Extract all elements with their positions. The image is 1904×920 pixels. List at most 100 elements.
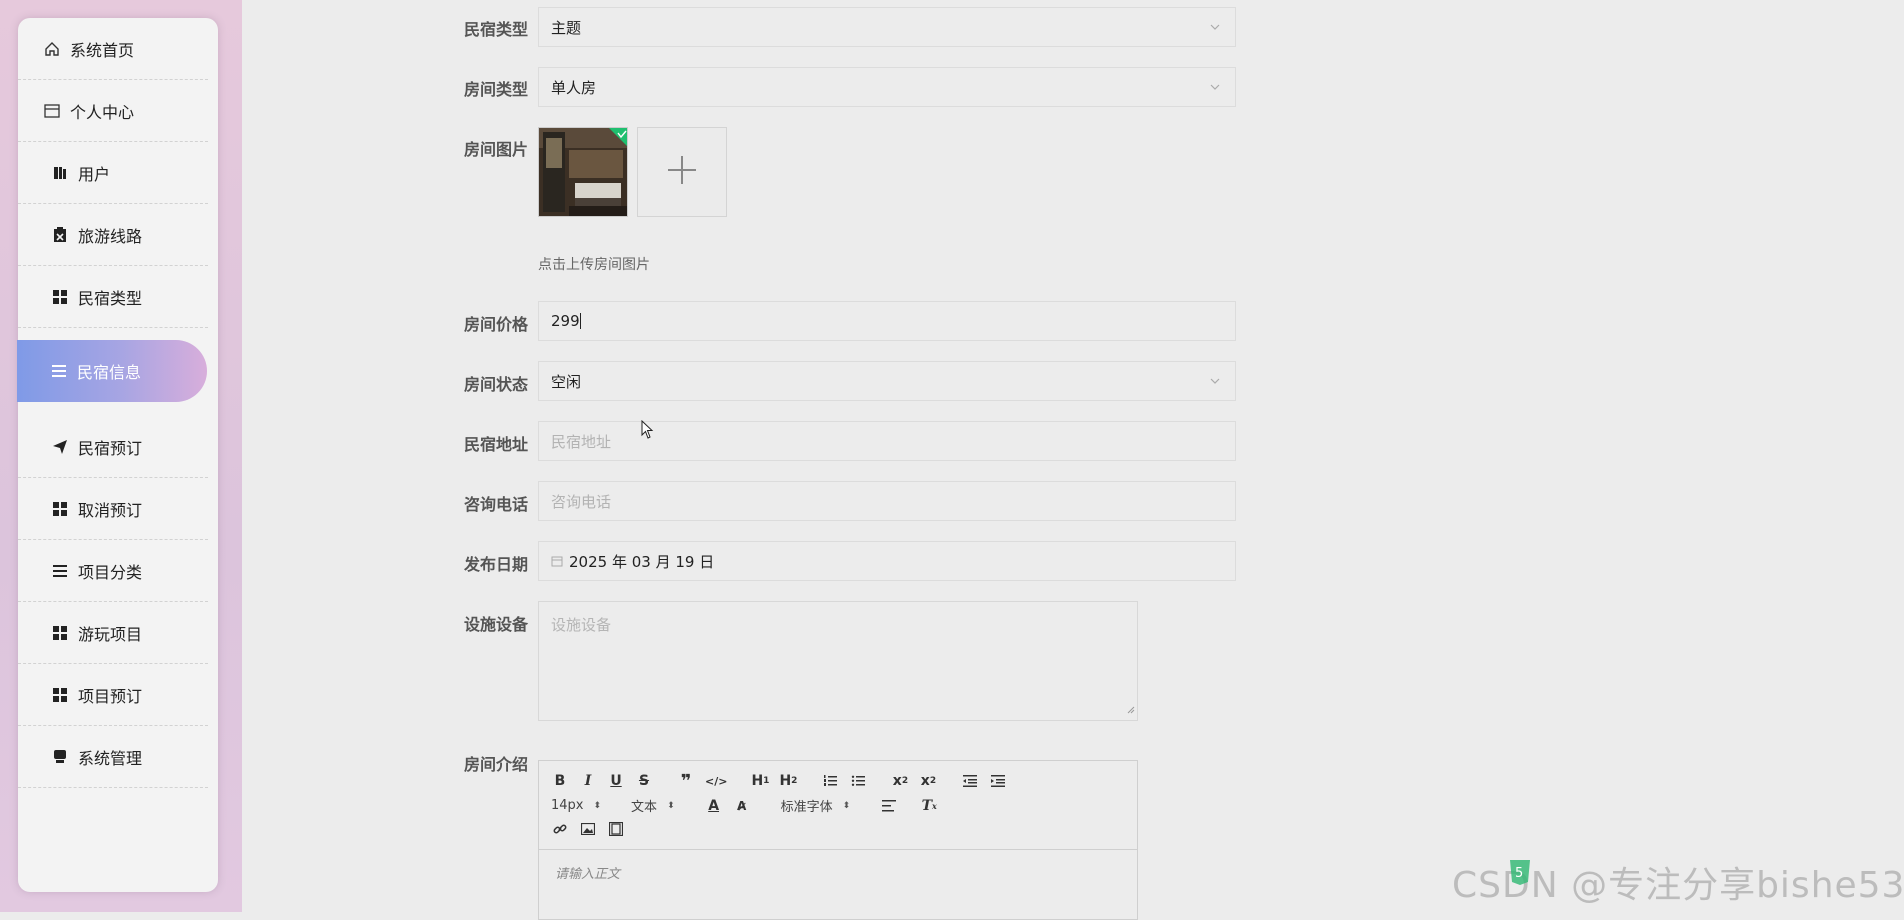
phone-label: 咨询电话 <box>463 495 528 514</box>
sidebar-item-label: 项目分类 <box>78 562 143 582</box>
sidebar-item-project-categories[interactable]: 项目分类 <box>18 540 208 602</box>
room-status-value: 空闲 <box>551 372 582 391</box>
sidebar-item-travel-routes[interactable]: 旅游线路 <box>18 204 208 266</box>
chevron-down-icon <box>1209 79 1221 97</box>
sidebar-item-label: 旅游线路 <box>78 226 143 246</box>
image-icon[interactable] <box>579 820 597 838</box>
rich-text-editor[interactable]: B I U S ❞ </> H1 H2 x2 x2 14px ⬍ 文本 ⬍ A <box>538 760 1138 920</box>
indent-icon[interactable] <box>989 772 1007 790</box>
plus-icon <box>666 154 698 190</box>
homestay-type-label: 民宿类型 <box>463 20 528 39</box>
ordered-list-icon[interactable] <box>821 772 839 790</box>
facilities-textarea[interactable]: 设施设备 <box>538 601 1138 721</box>
editor-body-placeholder[interactable]: 请输入正文 <box>555 863 620 882</box>
sidebar-item-label: 个人中心 <box>70 102 135 122</box>
block-type-value: 文本 <box>631 800 658 815</box>
sidebar-item-users[interactable]: 用户 <box>18 142 208 204</box>
block-type-select[interactable]: 文本 ⬍ <box>631 796 675 815</box>
mouse-cursor-icon <box>641 419 655 444</box>
sidebar-item-label: 民宿预订 <box>78 438 143 458</box>
list-icon <box>50 563 70 579</box>
clipboard-x-icon <box>50 226 70 243</box>
sidebar-item-label: 系统管理 <box>78 748 143 768</box>
sidebar-item-homestay-types[interactable]: 民宿类型 <box>18 266 208 328</box>
sidebar-item-cancel-booking[interactable]: 取消预订 <box>18 478 208 540</box>
link-icon[interactable] <box>551 820 569 838</box>
sidebar-item-system-management[interactable]: 系统管理 <box>18 726 208 788</box>
editor-toolbar-row-3 <box>551 820 635 838</box>
room-price-label: 房间价格 <box>463 315 528 334</box>
sidebar-item-home[interactable]: 系统首页 <box>18 18 208 80</box>
address-label: 民宿地址 <box>463 435 528 454</box>
homestay-type-select[interactable]: 主题 <box>538 7 1236 47</box>
room-price-input[interactable]: 299 <box>538 301 1236 341</box>
upload-image-button[interactable] <box>637 127 727 217</box>
sidebar: 系统首页 个人中心 用户 旅游线路 民宿类型 民宿信息 民宿预订 取消预订 项目… <box>17 18 218 892</box>
svg-text:5: 5 <box>1515 866 1523 881</box>
list-icon <box>49 363 69 379</box>
underline-button[interactable]: U <box>607 772 625 790</box>
font-color-icon[interactable]: A <box>705 797 723 815</box>
room-image-thumbnail[interactable] <box>538 127 628 217</box>
clear-format-icon[interactable]: Tx <box>920 797 938 815</box>
grid-icon <box>50 501 70 517</box>
font-size-select[interactable]: 14px ⬍ <box>551 798 601 813</box>
bold-button[interactable]: B <box>551 772 569 790</box>
grid-icon <box>50 625 70 641</box>
sidebar-item-profile[interactable]: 个人中心 <box>18 80 208 142</box>
font-size-value: 14px <box>551 798 584 813</box>
font-family-value: 标准字体 <box>780 800 833 815</box>
sidebar-item-label: 系统首页 <box>70 40 135 60</box>
home-icon <box>42 41 62 57</box>
sidebar-item-play-projects[interactable]: 游玩项目 <box>18 602 208 664</box>
facilities-label: 设施设备 <box>463 615 528 634</box>
calendar-icon <box>551 555 563 567</box>
sidebar-item-label: 民宿类型 <box>78 288 143 308</box>
updown-icon: ⬍ <box>667 800 675 811</box>
updown-icon: ⬍ <box>842 800 851 811</box>
intro-label: 房间介绍 <box>463 755 528 774</box>
sidebar-item-label: 游玩项目 <box>78 624 143 644</box>
resize-handle-icon[interactable] <box>1127 700 1135 718</box>
publish-date-picker[interactable]: 2025 年 03 月 19 日 <box>538 541 1236 581</box>
printer-icon <box>50 749 70 765</box>
bullet-list-icon[interactable] <box>849 772 867 790</box>
background-color-icon[interactable]: A̷ <box>733 797 751 815</box>
text-caret <box>579 313 581 329</box>
room-status-select[interactable]: 空闲 <box>538 361 1236 401</box>
room-type-select[interactable]: 单人房 <box>538 67 1236 107</box>
updown-icon: ⬍ <box>593 800 602 811</box>
homestay-type-value: 主题 <box>551 18 582 37</box>
address-placeholder: 民宿地址 <box>551 432 612 451</box>
css-badge-icon: 5 <box>1506 858 1534 886</box>
sidebar-item-label: 取消预订 <box>78 500 143 520</box>
facilities-placeholder: 设施设备 <box>551 616 612 634</box>
superscript-button[interactable]: x2 <box>919 772 937 790</box>
sidebar-item-homestay-info[interactable]: 民宿信息 <box>17 340 207 402</box>
sidebar-item-homestay-booking[interactable]: 民宿预订 <box>18 416 208 478</box>
font-family-select[interactable]: 标准字体 ⬍ <box>781 796 851 815</box>
phone-input[interactable]: 咨询电话 <box>538 481 1236 521</box>
editor-toolbar-row-1: B I U S ❞ </> H1 H2 x2 x2 <box>551 771 1017 792</box>
chevron-down-icon <box>1209 373 1221 391</box>
heading-1-button[interactable]: H1 <box>751 772 769 790</box>
room-type-value: 单人房 <box>551 78 597 97</box>
phone-placeholder: 咨询电话 <box>551 492 612 511</box>
room-status-label: 房间状态 <box>463 375 528 394</box>
heading-2-button[interactable]: H2 <box>779 772 797 790</box>
sidebar-item-project-booking[interactable]: 项目预订 <box>18 664 208 726</box>
sidebar-item-label: 项目预订 <box>78 686 143 706</box>
chevron-down-icon <box>1209 19 1221 37</box>
outdent-icon[interactable] <box>961 772 979 790</box>
editor-divider <box>539 849 1137 850</box>
grid-icon <box>50 687 70 703</box>
room-image-label: 房间图片 <box>463 140 528 159</box>
align-icon[interactable] <box>880 797 898 815</box>
strikethrough-button[interactable]: S <box>635 772 653 790</box>
code-block-icon[interactable]: </> <box>705 772 727 790</box>
blockquote-icon[interactable]: ❞ <box>677 771 695 792</box>
italic-button[interactable]: I <box>579 772 597 790</box>
video-icon[interactable] <box>607 820 625 838</box>
upload-hint: 点击上传房间图片 <box>538 257 650 273</box>
subscript-button[interactable]: x2 <box>891 772 909 790</box>
